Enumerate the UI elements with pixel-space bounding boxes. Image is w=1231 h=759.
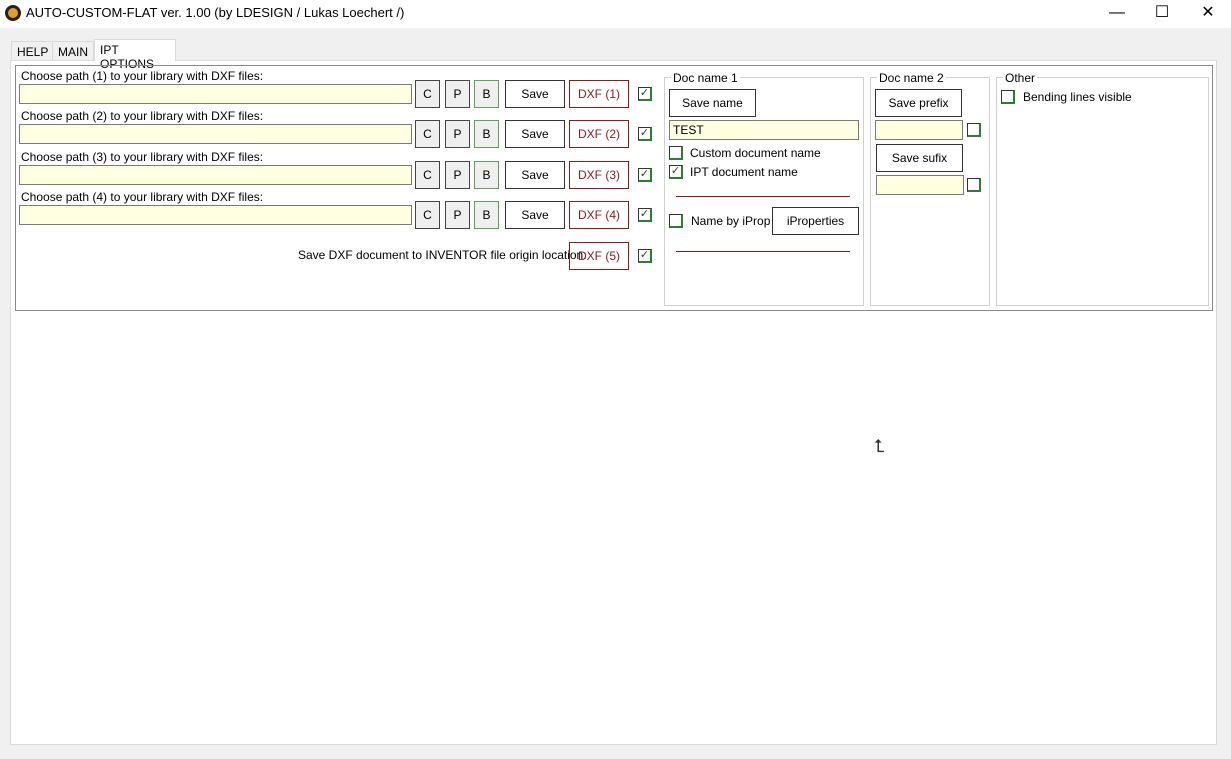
ipt-name-label: IPT document name <box>690 165 798 179</box>
path-4-p-button[interactable]: P <box>445 201 470 229</box>
divider <box>676 196 850 197</box>
custom-name-label: Custom document name <box>690 146 821 160</box>
origin-label: Save DXF document to INVENTOR file origi… <box>298 248 587 262</box>
doc-name-input[interactable]: TEST <box>669 120 859 140</box>
tab-main[interactable]: MAIN <box>52 41 94 61</box>
tab-help[interactable]: HELP <box>11 41 55 61</box>
sufix-checkbox[interactable] <box>967 178 981 192</box>
path-2-p-button[interactable]: P <box>445 120 470 148</box>
maximize-button[interactable]: ☐ <box>1139 0 1185 28</box>
prefix-checkbox[interactable] <box>967 123 981 137</box>
path-4-checkbox[interactable]: ✓ <box>638 208 652 222</box>
dxf-1-button[interactable]: DXF (1) <box>569 80 629 108</box>
window-title: AUTO-CUSTOM-FLAT ver. 1.00 (by LDESIGN /… <box>26 5 405 20</box>
sufix-input[interactable] <box>876 175 964 195</box>
doc-name-2-title: Doc name 2 <box>877 71 946 85</box>
iprop-label: Name by iProp <box>691 214 771 228</box>
path-1-p-button[interactable]: P <box>445 80 470 108</box>
dxf-3-button[interactable]: DXF (3) <box>569 161 629 189</box>
custom-name-checkbox[interactable] <box>669 146 683 160</box>
save-sufix-button[interactable]: Save sufix <box>876 144 963 172</box>
path-3-input[interactable] <box>19 165 412 185</box>
path-3-label: Choose path (3) to your library with DXF… <box>21 150 264 164</box>
ipt-name-checkbox[interactable]: ✓ <box>669 165 683 179</box>
path-4-input[interactable] <box>19 205 412 225</box>
dxf-2-button[interactable]: DXF (2) <box>569 120 629 148</box>
save-prefix-button[interactable]: Save prefix <box>875 89 962 117</box>
minimize-button[interactable]: — <box>1094 0 1140 28</box>
prefix-input[interactable] <box>875 120 963 140</box>
save-name-button[interactable]: Save name <box>669 89 756 117</box>
path-1-checkbox[interactable]: ✓ <box>638 87 652 101</box>
path-1-b-button[interactable]: B <box>474 80 499 108</box>
tab-ipt-options[interactable]: IPT OPTIONS <box>94 39 176 71</box>
app-icon <box>5 5 21 21</box>
dxf-5-button[interactable]: DXF (5) <box>569 242 629 270</box>
path-2-input[interactable] <box>19 124 412 144</box>
other-group <box>996 77 1209 306</box>
path-2-b-button[interactable]: B <box>474 120 499 148</box>
path-3-p-button[interactable]: P <box>445 161 470 189</box>
path-3-save-button[interactable]: Save <box>505 161 565 189</box>
path-2-c-button[interactable]: C <box>415 120 440 148</box>
path-1-input[interactable] <box>19 84 412 104</box>
bending-lines-checkbox[interactable] <box>1001 90 1015 104</box>
dxf-4-button[interactable]: DXF (4) <box>569 201 629 229</box>
path-1-label: Choose path (1) to your library with DXF… <box>21 69 264 83</box>
mouse-cursor-icon: ⮤ <box>874 436 885 456</box>
path-4-c-button[interactable]: C <box>415 201 440 229</box>
divider <box>676 251 850 252</box>
path-4-save-button[interactable]: Save <box>505 201 565 229</box>
path-4-label: Choose path (4) to your library with DXF… <box>21 190 264 204</box>
path-3-c-button[interactable]: C <box>415 161 440 189</box>
path-1-save-button[interactable]: Save <box>505 80 565 108</box>
iproperties-button[interactable]: iProperties <box>772 207 859 235</box>
path-2-checkbox[interactable]: ✓ <box>638 127 652 141</box>
path-3-checkbox[interactable]: ✓ <box>638 168 652 182</box>
path-2-label: Choose path (2) to your library with DXF… <box>21 109 264 123</box>
origin-checkbox[interactable]: ✓ <box>638 249 652 263</box>
close-button[interactable]: ✕ <box>1185 0 1231 28</box>
path-2-save-button[interactable]: Save <box>505 120 565 148</box>
path-3-b-button[interactable]: B <box>474 161 499 189</box>
iprop-checkbox[interactable] <box>669 214 683 228</box>
doc-name-1-title: Doc name 1 <box>671 71 740 85</box>
other-title: Other <box>1003 71 1038 85</box>
path-1-c-button[interactable]: C <box>415 80 440 108</box>
bending-lines-label: Bending lines visible <box>1023 90 1132 104</box>
path-4-b-button[interactable]: B <box>474 201 499 229</box>
